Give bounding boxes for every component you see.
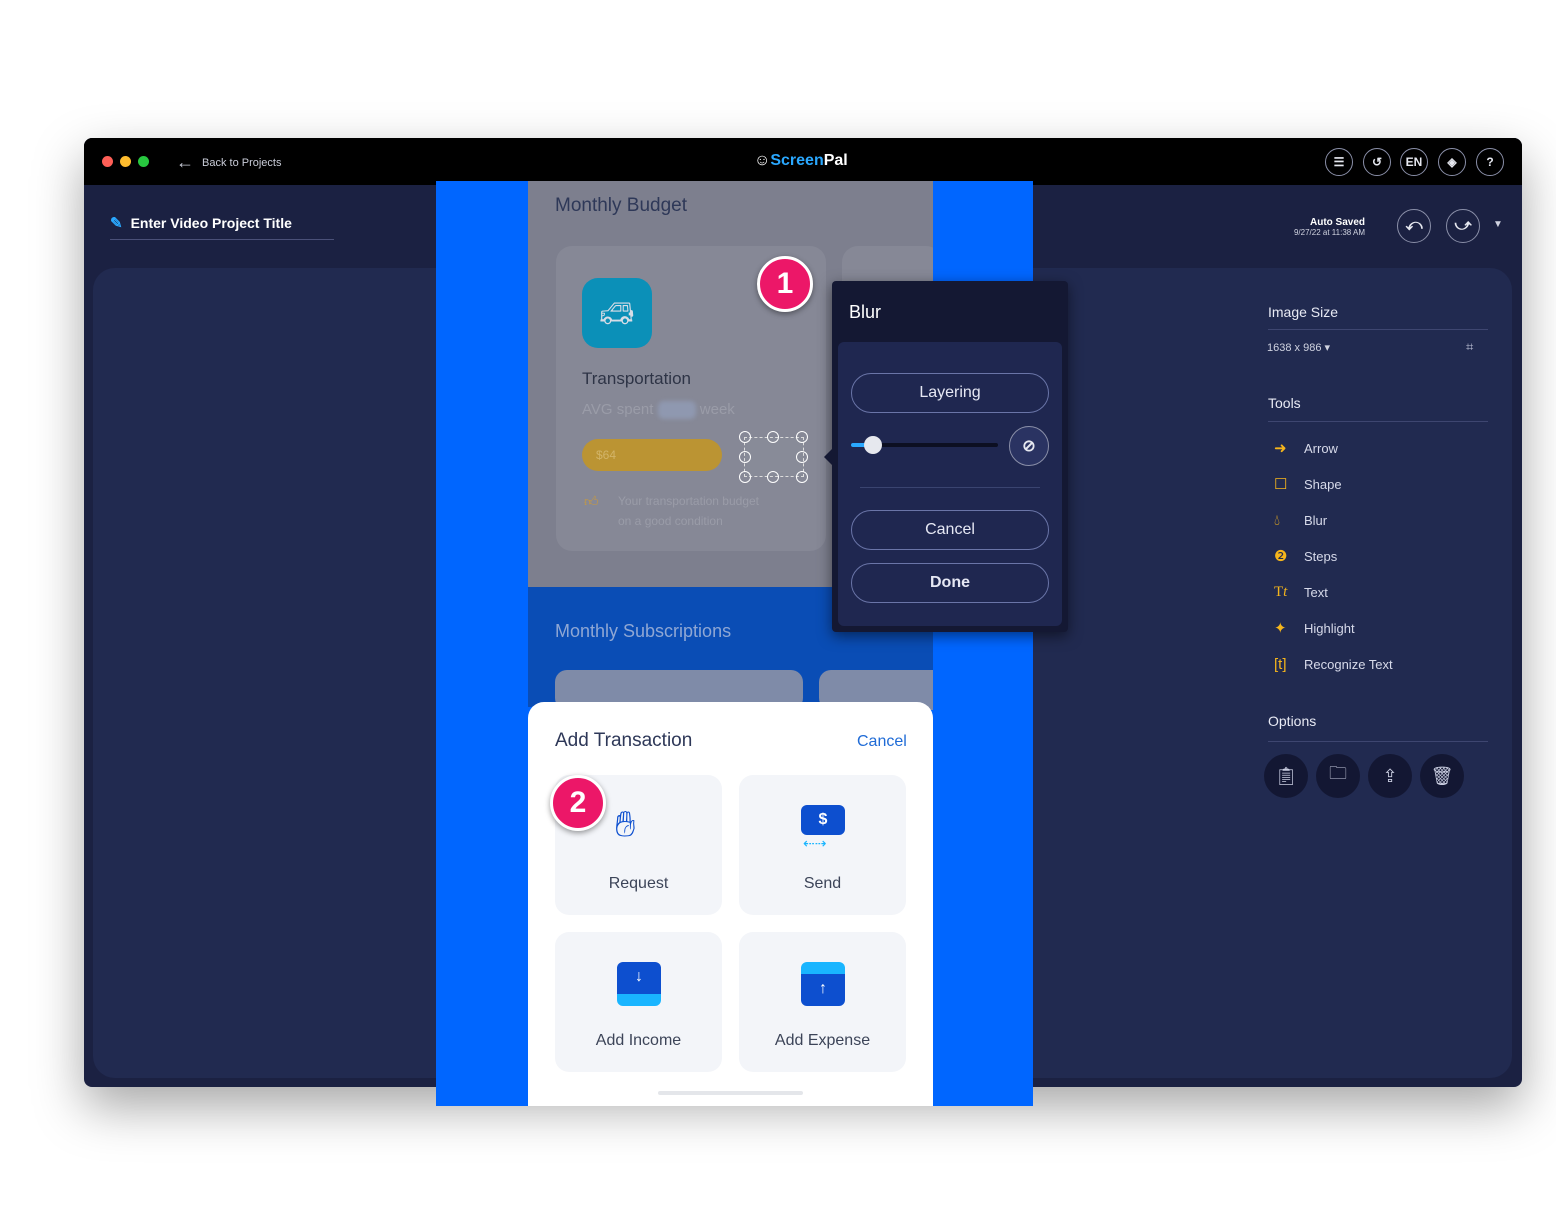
title-bar: ← Back to Projects ☺ScreenPal ☰ ↺ EN ◈ ? [84, 138, 1522, 185]
folder-icon: 🗀 [1329, 763, 1347, 783]
tool-highlight[interactable]: ✦ Highlight [1274, 618, 1355, 638]
visibility-toggle[interactable]: ⊘ [1009, 426, 1049, 466]
sheet-cancel-link[interactable]: Cancel [857, 733, 907, 751]
layers-icon: ◈ [1447, 155, 1457, 169]
cancel-button[interactable]: Cancel [851, 510, 1049, 550]
layers-button[interactable]: ◈ [1438, 148, 1466, 176]
tool-shape[interactable]: ☐ Shape [1274, 474, 1342, 494]
undo-button[interactable]: ⤺ [1397, 209, 1431, 243]
blur-slider-thumb[interactable] [864, 436, 883, 454]
resize-handle[interactable] [767, 431, 779, 443]
language-button[interactable]: EN [1400, 148, 1428, 176]
panel-pointer [824, 449, 832, 465]
trash-button[interactable]: 🗑︎ [1420, 754, 1464, 798]
divider [110, 239, 334, 240]
thumbs-up-icon: 👍︎ [584, 493, 599, 509]
car-icon: 🚙︎ [582, 278, 652, 348]
auto-save-status: Auto Saved 9/27/22 at 11:38 AM [1293, 217, 1365, 237]
expense-icon: ↑ [801, 962, 845, 1006]
tool-text[interactable]: Tt Text [1274, 582, 1328, 602]
history-icon: ↺ [1371, 155, 1383, 169]
income-icon: ↓ [617, 962, 661, 1006]
maximize-window-button[interactable] [138, 156, 149, 167]
blur-panel-title: Blur [849, 302, 882, 322]
exchange-arrows-icon: ⇠⇢ [803, 835, 827, 851]
options-heading: Options [1268, 713, 1317, 729]
budget-note: Your transportation budget on a good cond… [618, 494, 759, 528]
home-indicator [658, 1091, 803, 1095]
tool-arrow[interactable]: ➜ Arrow [1274, 438, 1338, 458]
resize-handle[interactable] [767, 471, 779, 483]
square-icon: ☐ [1274, 476, 1288, 493]
redo-button[interactable]: ⤻ [1446, 209, 1480, 243]
drop-icon: 💧︎ [1274, 511, 1281, 529]
blur-panel: Blur Layering ⊘ Cancel Done [824, 281, 1068, 632]
tool-blur[interactable]: 💧︎ Blur [1274, 510, 1327, 530]
steps-icon: ❷ [1274, 548, 1288, 565]
folder-button[interactable]: 🗀 [1316, 754, 1360, 798]
resize-handle[interactable] [739, 471, 751, 483]
resize-handle[interactable] [796, 451, 808, 463]
avg-spent: AVG spent week [582, 401, 735, 420]
trash-icon: 🗑︎ [1430, 765, 1454, 786]
resize-handle[interactable] [739, 431, 751, 443]
category-label: Transportation [582, 369, 691, 388]
eye-off-icon: ⊘ [1022, 438, 1036, 455]
clipboard-button[interactable]: 📋︎ [1264, 754, 1308, 798]
budget-bar: $64 [582, 439, 722, 471]
upload-button[interactable]: ⇪ [1368, 754, 1412, 798]
layering-button[interactable]: Layering [851, 373, 1049, 413]
upload-icon: ⇪ [1382, 765, 1398, 786]
subscriptions-heading: Monthly Subscriptions [555, 621, 732, 641]
add-income-tile[interactable]: ↓ Add Income [555, 932, 722, 1072]
edit-icon: ✎ [110, 215, 123, 232]
checklist-button[interactable]: ☰ [1325, 148, 1353, 176]
send-money-icon: $ [801, 805, 845, 835]
divider [1268, 329, 1488, 330]
ocr-icon: [t] [1274, 655, 1287, 673]
sheet-title: Add Transaction [555, 730, 693, 751]
history-dropdown[interactable]: ▼ [1493, 219, 1503, 230]
back-arrow-icon: ← [176, 152, 194, 172]
resize-handle[interactable] [796, 431, 808, 443]
monthly-budget-heading: Monthly Budget [555, 195, 688, 216]
tools-heading: Tools [1268, 395, 1301, 411]
project-title-field[interactable]: ✎ Enter Video Project Title [110, 214, 292, 232]
history-button[interactable]: ↺ [1363, 148, 1391, 176]
step-marker-1[interactable]: 1 [757, 256, 813, 312]
text-icon: Tt [1274, 583, 1288, 600]
checklist-icon: ☰ [1333, 155, 1345, 169]
crop-icon[interactable]: ⌗ [1466, 339, 1473, 355]
done-button[interactable]: Done [851, 563, 1049, 603]
undo-icon: ⤺ [1405, 217, 1423, 234]
resize-handle[interactable] [739, 451, 751, 463]
back-to-projects-link[interactable]: ← Back to Projects [176, 152, 281, 173]
tool-recognize-text[interactable]: [t] Recognize Text [1274, 654, 1393, 674]
blur-panel-body: Layering ⊘ Cancel Done [838, 342, 1062, 626]
divider [860, 487, 1040, 488]
redo-icon: ⤻ [1454, 217, 1472, 234]
help-button[interactable]: ? [1476, 148, 1504, 176]
minimize-window-button[interactable] [120, 156, 131, 167]
close-window-button[interactable] [102, 156, 113, 167]
divider [1268, 421, 1488, 422]
sparkle-icon: ✦ [1274, 620, 1287, 637]
divider [1268, 741, 1488, 742]
arrow-icon: ➜ [1274, 440, 1287, 457]
clipboard-icon: 📋︎ [1274, 765, 1298, 786]
screenpal-logo: ☺ScreenPal [754, 152, 848, 169]
image-size-heading: Image Size [1268, 304, 1339, 320]
resize-handle[interactable] [796, 471, 808, 483]
send-tile[interactable]: $ ⇠⇢ Send [739, 775, 906, 915]
tool-steps[interactable]: ❷ Steps [1274, 546, 1337, 566]
add-expense-tile[interactable]: ↑ Add Expense [739, 932, 906, 1072]
hand-money-icon: ✋︎ [615, 803, 636, 844]
image-size-select[interactable]: 1638 x 986 ▾ [1267, 341, 1330, 354]
step-marker-2[interactable]: 2 [550, 775, 606, 831]
